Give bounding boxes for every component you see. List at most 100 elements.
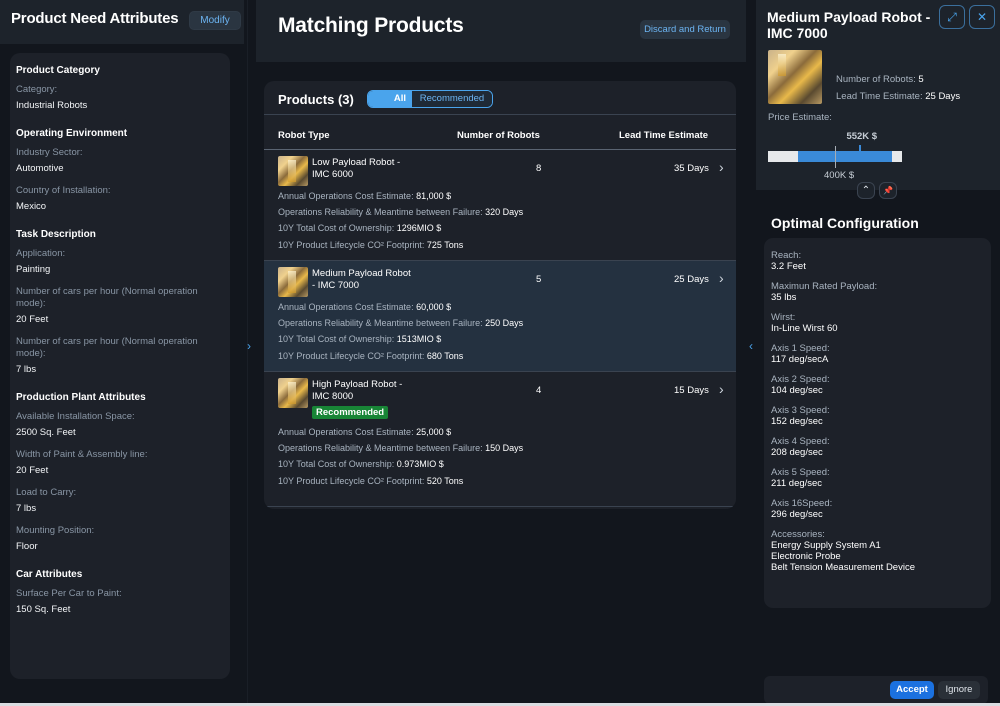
- detail-label: Operations Reliability & Meantime betwee…: [278, 207, 486, 218]
- lead-time: 25 Days: [674, 274, 709, 285]
- field-value: 20 Feet: [16, 314, 49, 325]
- product-image: [278, 156, 308, 186]
- config-value: 152 deg/sec: [771, 416, 823, 427]
- field-label: Category:: [16, 84, 58, 95]
- field-value: Mexico: [16, 201, 47, 212]
- number-of-robots: 5: [536, 274, 542, 285]
- config-value: 35 lbs: [771, 292, 797, 303]
- detail-value: 725 Tons: [426, 239, 464, 250]
- product-need-attributes-panel: Product Need Attributes Modify Product C…: [0, 0, 248, 706]
- robot-name: Low Payload Robot - IMC 6000: [312, 157, 401, 180]
- table-row[interactable]: High Payload Robot - IMC 8000 4 15 Days …: [264, 372, 736, 507]
- detail-value: 520 Tons: [426, 475, 464, 486]
- config-item: Axis 3 Speed: 152 deg/sec: [771, 405, 984, 427]
- detail-value: 81,000 $: [416, 191, 452, 201]
- detail-value: 250 Days: [485, 318, 524, 329]
- field-value: 2500 Sq. Feet: [16, 427, 76, 438]
- table-row[interactable]: Medium Payload Robot - IMC 7000 5 25 Day…: [264, 261, 736, 372]
- detail-line-co2: 10Y Product Lifecycle CO² Footprint: 520…: [278, 473, 523, 489]
- left-panel-title: Product Need Attributes: [11, 10, 179, 27]
- discard-and-return-button[interactable]: Discard and Return: [640, 20, 730, 39]
- detail-value: 1296MIO $: [396, 223, 442, 234]
- detail-label: Annual Operations Cost Estimate:: [278, 427, 417, 437]
- price-value-marker: [859, 145, 862, 151]
- detail-footer: Accept Ignore: [764, 676, 988, 704]
- product-detail-panel: Medium Payload Robot - IMC 7000 ⤢ ✕ Numb…: [756, 0, 1000, 706]
- detail-line-co2: 10Y Product Lifecycle CO² Footprint: 725…: [278, 237, 523, 253]
- attribute-section: Product Category Category: Industrial Robo…: [16, 65, 224, 112]
- robots-label: Number of Robots:: [836, 74, 919, 85]
- products-table-card: Products (3) All Recommended Robot Type …: [264, 81, 736, 509]
- table-row[interactable]: Low Payload Robot - IMC 6000 8 35 Days ›…: [264, 150, 736, 261]
- config-item: Reach: 3.2 Feet: [771, 250, 984, 272]
- field-label: Width of Paint & Assembly line:: [16, 449, 148, 460]
- collapse-left-panel-icon[interactable]: ›: [243, 336, 255, 356]
- detail-value: 60,000 $: [416, 302, 452, 312]
- column-header-number-of-robots[interactable]: Number of Robots: [457, 130, 540, 141]
- field-label: Country of Installation:: [16, 185, 111, 196]
- detail-header: Medium Payload Robot - IMC 7000 ⤢ ✕ Numb…: [756, 0, 1000, 190]
- fullscreen-icon[interactable]: ⤢: [939, 5, 965, 29]
- detail-label: 10Y Total Cost of Ownership:: [278, 459, 397, 470]
- config-label: Axis 3 Speed:: [771, 405, 830, 416]
- filter-recommended-button[interactable]: Recommended: [412, 91, 492, 107]
- detail-line-reliability: Operations Reliability & Meantime betwee…: [278, 440, 523, 456]
- section-title: Operating Environment: [16, 128, 128, 139]
- divider: [264, 114, 736, 115]
- row-details: Annual Operations Cost Estimate: 81,000 …: [278, 188, 523, 253]
- robots-value: 5: [918, 74, 924, 85]
- config-value: 296 deg/sec: [771, 509, 823, 520]
- detail-line-annual: Annual Operations Cost Estimate: 25,000 …: [278, 424, 523, 440]
- field-label: Surface Per Car to Paint:: [16, 588, 122, 599]
- detail-label: Operations Reliability & Meantime betwee…: [278, 443, 486, 454]
- field-label: Number of cars per hour (Normal operatio…: [16, 336, 198, 359]
- modify-button[interactable]: Modify: [189, 11, 241, 30]
- robot-name: High Payload Robot - IMC 8000: [312, 379, 403, 402]
- chevron-right-icon[interactable]: ›: [719, 159, 724, 175]
- column-header-robot-type[interactable]: Robot Type: [278, 130, 330, 141]
- config-label: Axis 2 Speed:: [771, 374, 830, 385]
- config-item: Axis 1 Speed: 117 deg/secA: [771, 343, 984, 365]
- price-value-label: 552K $: [846, 131, 878, 142]
- detail-number-of-robots: Number of Robots: 5: [836, 74, 924, 85]
- lead-time: 35 Days: [674, 163, 709, 174]
- chevron-right-icon[interactable]: ›: [719, 270, 724, 286]
- config-item: Axis 2 Speed: 104 deg/sec: [771, 374, 984, 396]
- price-bullet-chart: [768, 145, 902, 168]
- ignore-button[interactable]: Ignore: [938, 681, 980, 699]
- config-value: In-Line Wirst 60: [771, 323, 838, 334]
- config-item: Wirst: In-Line Wirst 60: [771, 312, 984, 334]
- product-image: [278, 267, 308, 297]
- lead-time-label: Lead Time Estimate:: [836, 91, 926, 102]
- field-label: Number of cars per hour (Normal operatio…: [16, 286, 198, 309]
- price-target-label: 400K $: [824, 170, 855, 181]
- config-item: Maximun Rated Payload: 35 lbs: [771, 281, 984, 303]
- detail-line-tco: 10Y Total Cost of Ownership: 0.973MIO $: [278, 456, 523, 472]
- field-value: Industrial Robots: [16, 100, 88, 111]
- config-value: 104 deg/sec: [771, 385, 823, 396]
- field-value: Painting: [16, 264, 51, 275]
- main-header: Matching Products Discard and Return: [256, 0, 746, 62]
- config-value: 211 deg/sec: [771, 478, 823, 489]
- field-value: 7 lbs: [16, 364, 37, 375]
- section-title: Product Category: [16, 65, 100, 76]
- number-of-robots: 4: [536, 385, 542, 396]
- filter-all-button[interactable]: All: [368, 91, 412, 107]
- config-label: Axis 5 Speed:: [771, 467, 830, 478]
- detail-line-annual: Annual Operations Cost Estimate: 60,000 …: [278, 299, 523, 315]
- price-range-band: [798, 151, 892, 162]
- detail-label: Annual Operations Cost Estimate:: [278, 191, 417, 201]
- attributes-card: Product Category Category: Industrial Robo…: [10, 53, 230, 679]
- config-item: Axis 4 Speed: 208 deg/sec: [771, 436, 984, 458]
- pin-icon[interactable]: 📌: [879, 182, 897, 199]
- chevron-right-icon[interactable]: ›: [719, 381, 724, 397]
- section-title: Task Description: [16, 229, 96, 240]
- close-icon[interactable]: ✕: [969, 5, 995, 29]
- collapse-header-icon[interactable]: ⌃: [857, 182, 875, 199]
- section-title: Car Attributes: [16, 569, 83, 580]
- product-filter-segmented-button: All Recommended: [367, 90, 493, 108]
- column-header-lead-time[interactable]: Lead Time Estimate: [619, 130, 708, 141]
- accept-button[interactable]: Accept: [890, 681, 934, 699]
- config-label: Maximun Rated Payload:: [771, 281, 878, 292]
- field-value: 20 Feet: [16, 465, 49, 476]
